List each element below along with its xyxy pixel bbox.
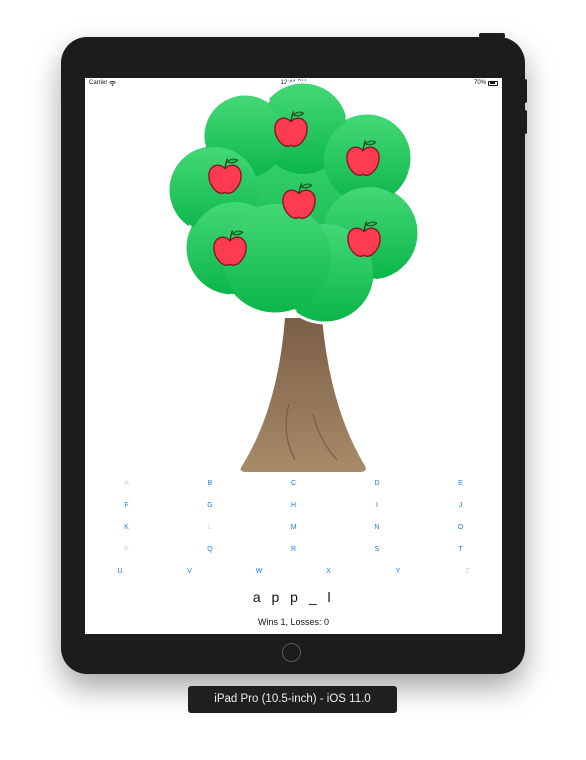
letter-button-l[interactable]: L bbox=[198, 521, 222, 535]
letter-button-b[interactable]: B bbox=[198, 477, 222, 491]
letter-button-n[interactable]: N bbox=[365, 521, 389, 535]
letter-button-j[interactable]: J bbox=[449, 499, 473, 513]
letter-row: F G H I J bbox=[85, 499, 502, 513]
letter-button-u[interactable]: U bbox=[108, 565, 132, 579]
letter-button-d[interactable]: D bbox=[365, 477, 389, 491]
letter-button-k[interactable]: K bbox=[115, 521, 139, 535]
letter-row: K L M N O bbox=[85, 521, 502, 535]
top-button bbox=[479, 33, 505, 38]
letter-button-v[interactable]: V bbox=[178, 565, 202, 579]
letter-row: P Q R S T bbox=[85, 543, 502, 557]
letter-button-m[interactable]: M bbox=[282, 521, 306, 535]
tree-trunk bbox=[240, 318, 366, 472]
simulator-device-label: iPad Pro (10.5-inch) - iOS 11.0 bbox=[188, 686, 397, 713]
letter-row: A B C D E bbox=[85, 477, 502, 491]
letter-button-z[interactable]: Z bbox=[456, 565, 480, 579]
letter-button-f[interactable]: F bbox=[115, 499, 139, 513]
app-screen: Carrier 12:44 PM 70% bbox=[85, 78, 502, 634]
volume-up-button bbox=[523, 79, 527, 103]
letter-button-g[interactable]: G bbox=[198, 499, 222, 513]
letter-button-s[interactable]: S bbox=[365, 543, 389, 557]
letter-button-h[interactable]: H bbox=[282, 499, 306, 513]
letter-button-i[interactable]: I bbox=[365, 499, 389, 513]
letter-button-q[interactable]: Q bbox=[198, 543, 222, 557]
letter-button-y[interactable]: Y bbox=[386, 565, 410, 579]
letter-button-p[interactable]: P bbox=[115, 543, 139, 557]
letter-button-o[interactable]: O bbox=[449, 521, 473, 535]
letter-button-r[interactable]: R bbox=[282, 543, 306, 557]
volume-down-button bbox=[523, 110, 527, 134]
score-label: Wins 1, Losses: 0 bbox=[257, 617, 330, 627]
letter-button-x[interactable]: X bbox=[317, 565, 341, 579]
letter-button-t[interactable]: T bbox=[449, 543, 473, 557]
letter-button-w[interactable]: W bbox=[247, 565, 271, 579]
letter-row: U V W X Y Z bbox=[85, 565, 502, 579]
letter-button-e[interactable]: E bbox=[449, 477, 473, 491]
word-label: a p p _ l bbox=[252, 589, 335, 605]
home-button[interactable] bbox=[282, 643, 301, 662]
tree-image bbox=[166, 80, 421, 472]
letter-button-a[interactable]: A bbox=[115, 477, 139, 491]
letter-button-c[interactable]: C bbox=[282, 477, 306, 491]
